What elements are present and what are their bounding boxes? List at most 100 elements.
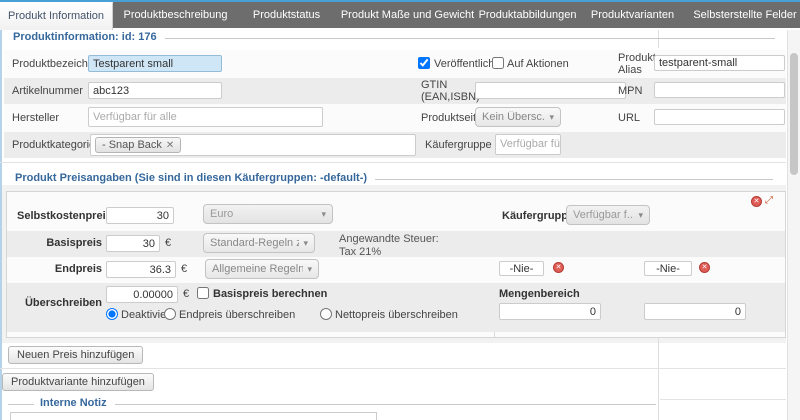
euro-symbol: € — [181, 263, 187, 275]
produktbezeichnung-input[interactable] — [88, 55, 222, 72]
auf-aktionen-checkbox[interactable] — [492, 57, 504, 69]
endpreis-input[interactable] — [106, 261, 176, 278]
radio-endpreis-ueberschreiben[interactable] — [164, 308, 176, 320]
kaeufergruppe-field[interactable]: Verfügbar für — [495, 134, 561, 155]
endpreis-rule-dropdown[interactable]: Allgemeine Regeln z... ▾ — [205, 259, 319, 279]
basispreis-rule-dropdown[interactable]: Standard-Regeln z... ▾ — [203, 233, 315, 253]
scrollbar-thumb[interactable] — [790, 53, 798, 175]
produkt-alias-input[interactable] — [654, 55, 785, 71]
section-rule — [165, 38, 775, 39]
date-until-input[interactable] — [644, 261, 692, 276]
basispreis-rule-value: Standard-Regeln z... — [210, 237, 299, 249]
chevron-down-icon: ▾ — [321, 209, 326, 220]
price-row-selbstkosten: ✕ ⤢ Selbstkostenpreis Euro ▾ Käufergrupp… — [7, 192, 785, 231]
price-row-endpreis: Endpreis € Allgemeine Regeln z... ▾ ✕ ✕ — [7, 257, 785, 283]
ueberschreiben-input[interactable] — [106, 286, 178, 303]
price-row-ueberschreiben: Überschreiben € Basispreis berechnen Dea… — [7, 283, 785, 332]
layout-divider — [658, 338, 659, 420]
tab-produktstatus[interactable]: Produktstatus — [238, 2, 335, 28]
interne-notiz-textarea[interactable] — [10, 412, 377, 420]
radio-deaktiviert[interactable] — [106, 308, 118, 320]
basispreis-input[interactable] — [106, 235, 160, 252]
section-rule — [375, 179, 773, 180]
tab-produktabbildungen[interactable]: Produktabbildungen — [480, 2, 575, 28]
expand-icon[interactable]: ⤢ — [765, 195, 773, 206]
tab-produktvarianten[interactable]: Produktvarianten — [575, 2, 690, 28]
form-row-produktkategorien: Produktkategorien - Snap Back ✕ Käufergru… — [4, 132, 786, 158]
row-separator — [660, 399, 786, 400]
currency-value: Euro — [210, 208, 317, 220]
url-label: URL — [618, 112, 640, 124]
produktseite-label: Produktseite — [421, 112, 482, 124]
price-kaeufergruppe-label: Käufergruppe — [502, 210, 574, 222]
applied-tax-text: Angewandte Steuer: Tax 21% — [339, 233, 439, 259]
mpn-input[interactable] — [654, 82, 785, 98]
chevron-down-icon: ▾ — [638, 210, 643, 221]
chevron-down-icon: ▾ — [303, 238, 308, 249]
mengenbereich-label: Mengenbereich — [499, 288, 580, 300]
price-section-title: Produkt Preisangaben (Sie sind in diesen… — [15, 172, 367, 184]
product-edit-screen: Produktbeschreibung Produktstatus Produk… — [0, 0, 800, 420]
chevron-down-icon: ▾ — [307, 264, 312, 275]
interne-notiz-title: Interne Notiz — [40, 397, 107, 409]
menge-bis-input[interactable] — [644, 303, 746, 320]
artikelnummer-input[interactable] — [88, 82, 222, 99]
mpn-label: MPN — [618, 85, 642, 97]
endpreis-rule-value: Allgemeine Regeln z... — [212, 263, 303, 275]
selbstkostenpreis-label: Selbstkostenpreis — [17, 210, 102, 222]
basispreis-berechnen-label: Basispreis berechnen — [213, 288, 327, 300]
price-kaeufergruppe-dropdown[interactable]: Verfügbar f... ▾ — [566, 205, 650, 225]
radio-endpreis-label: Endpreis überschreiben — [179, 309, 295, 321]
form-row-hersteller: Hersteller Produktseite Kein Übersc... ▾… — [4, 104, 786, 132]
section-rule — [8, 404, 34, 405]
info-section-title: Produktinformation: id: 176 — [13, 31, 157, 43]
remove-tag-icon[interactable]: ✕ — [166, 140, 174, 151]
currency-dropdown[interactable]: Euro ▾ — [203, 204, 333, 224]
produktseite-value: Kein Übersc... — [482, 111, 545, 123]
basispreis-berechnen-checkbox[interactable] — [197, 287, 209, 299]
date-from-input[interactable] — [499, 261, 544, 276]
euro-symbol: € — [183, 288, 189, 300]
endpreis-label: Endpreis — [17, 263, 102, 275]
tab-produkt-information-active[interactable]: Produkt Information — [0, 2, 113, 30]
url-input[interactable] — [654, 109, 785, 125]
kategorie-tag-label: - Snap Back — [102, 139, 162, 151]
kaeufergruppe-label: Käufergruppe — [425, 139, 492, 151]
row-separator — [0, 368, 786, 369]
form-row-artikelnummer: Artikelnummer GTIN (EAN,ISBN) MPN — [4, 78, 786, 104]
selbstkostenpreis-input[interactable] — [106, 207, 174, 224]
info-section-header: Produktinformation: id: 176 — [13, 31, 775, 43]
delete-price-icon[interactable]: ✕ — [751, 196, 762, 207]
radio-nettopreis-ueberschreiben[interactable] — [320, 308, 332, 320]
produktkategorien-field[interactable]: - Snap Back ✕ — [90, 134, 416, 156]
ueberschreiben-label: Überschreiben — [17, 297, 102, 309]
price-table: ✕ ⤢ Selbstkostenpreis Euro ▾ Käufergrupp… — [6, 191, 786, 338]
interne-notiz-header: Interne Notiz — [8, 397, 656, 409]
tab-produkt-masse-und-gewicht[interactable]: Produkt Maße und Gewicht — [335, 2, 480, 28]
price-row-basispreis: Basispreis € Standard-Regeln z... ▾ Ange… — [7, 231, 785, 257]
tab-bar: Produktbeschreibung Produktstatus Produk… — [113, 2, 800, 28]
neuen-preis-hinzufuegen-button[interactable]: Neuen Preis hinzufügen — [8, 346, 143, 364]
auf-aktionen-label: Auf Aktionen — [507, 58, 569, 70]
hersteller-label: Hersteller — [12, 112, 59, 124]
hersteller-input[interactable] — [88, 107, 323, 127]
chevron-down-icon: ▾ — [549, 112, 554, 123]
veroeffentlicht-checkbox[interactable] — [418, 57, 430, 69]
clear-date-icon[interactable]: ✕ — [699, 262, 710, 273]
clear-date-icon[interactable]: ✕ — [553, 262, 564, 273]
price-kaeufergruppe-value: Verfügbar f... — [573, 209, 634, 221]
tax-line1: Angewandte Steuer: — [339, 233, 439, 246]
menge-von-input[interactable] — [499, 303, 601, 320]
tab-selbsterstellte-felder[interactable]: Selbsterstellte Felder — [690, 2, 800, 28]
artikelnummer-label: Artikelnummer — [12, 85, 83, 97]
price-section-header: Produkt Preisangaben (Sie sind in diesen… — [15, 172, 773, 184]
kategorie-tag-chip[interactable]: - Snap Back ✕ — [95, 137, 181, 153]
produktvariante-hinzufuegen-button[interactable]: Produktvariante hinzufügen — [2, 373, 154, 391]
produktkategorien-label: Produktkategorien — [12, 139, 101, 151]
veroeffentlicht-label: Veröffentlicht — [434, 58, 497, 70]
gtin-input[interactable] — [475, 82, 626, 99]
tab-produktbeschreibung[interactable]: Produktbeschreibung — [113, 2, 238, 28]
euro-symbol: € — [165, 237, 171, 249]
produktseite-dropdown[interactable]: Kein Übersc... ▾ — [475, 107, 561, 127]
section-rule — [115, 404, 656, 405]
